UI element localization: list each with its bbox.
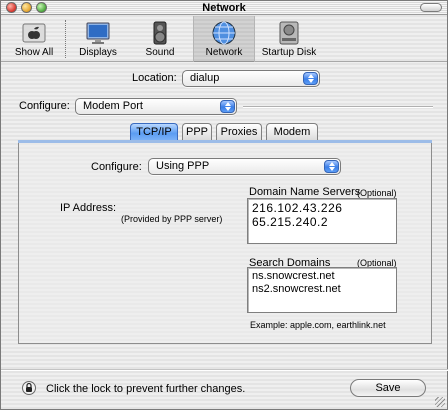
preferences-toolbar: Show All Displays Sound Network Startup … xyxy=(1,16,447,62)
search-domain-entry: ns2.snowcrest.net xyxy=(252,283,341,295)
tab-tcpip[interactable]: TCP/IP xyxy=(130,123,178,141)
resize-grip-icon[interactable] xyxy=(435,397,445,407)
lock-message: Click the lock to prevent further change… xyxy=(46,383,246,395)
toolbar-label: Startup Disk xyxy=(261,47,317,58)
toolbar-label: Displays xyxy=(79,47,117,58)
divider xyxy=(243,106,433,108)
dns-server-entry: 65.215.240.2 xyxy=(252,215,329,229)
location-label: Location: xyxy=(132,72,177,84)
configure-port-value: Modem Port xyxy=(83,100,143,112)
tcpip-configure-label: Configure: xyxy=(91,161,142,173)
search-domain-entry: ns.snowcrest.net xyxy=(252,270,335,282)
configure-port-label: Configure: xyxy=(19,100,70,112)
toolbar-show-all[interactable]: Show All xyxy=(5,16,63,62)
title-bar[interactable]: Network xyxy=(1,1,447,15)
tab-ppp[interactable]: PPP xyxy=(182,123,212,141)
network-preferences-window: Network Show All Displays Sound Network … xyxy=(0,0,448,410)
popup-arrows-icon xyxy=(220,100,235,113)
toolbar-displays[interactable]: Displays xyxy=(69,16,127,62)
dns-label: Domain Name Servers xyxy=(249,186,361,198)
toolbar-separator xyxy=(65,20,66,58)
dns-server-entry: 216.102.43.226 xyxy=(252,201,343,215)
speaker-icon xyxy=(153,21,167,45)
disk-icon xyxy=(279,21,299,45)
display-icon xyxy=(86,22,110,44)
toolbar-network[interactable]: Network xyxy=(193,16,255,62)
configure-port-popup[interactable]: Modem Port xyxy=(75,98,237,115)
toolbar-toggle-button[interactable] xyxy=(420,3,442,12)
toolbar-label: Network xyxy=(205,47,243,58)
globe-icon xyxy=(212,21,236,45)
tcpip-configure-value: Using PPP xyxy=(156,160,210,172)
toolbar-label: Show All xyxy=(14,47,54,58)
location-value: dialup xyxy=(190,72,220,84)
dns-optional-label: (Optional) xyxy=(357,188,397,198)
footer-divider xyxy=(1,369,448,371)
apple-icon xyxy=(22,23,46,43)
lock-icon[interactable] xyxy=(22,381,36,395)
tcpip-configure-popup[interactable]: Using PPP xyxy=(148,158,341,175)
save-button[interactable]: Save xyxy=(350,379,426,397)
search-domains-example: Example: apple.com, earthlink.net xyxy=(250,320,386,330)
popup-arrows-icon xyxy=(303,72,318,85)
toolbar-label: Sound xyxy=(145,47,175,58)
toolbar-startup-disk[interactable]: Startup Disk xyxy=(259,16,319,62)
ip-address-label: IP Address: xyxy=(60,202,117,214)
tab-modem[interactable]: Modem xyxy=(266,123,318,141)
popup-arrows-icon xyxy=(324,160,339,173)
ip-address-note: (Provided by PPP server) xyxy=(121,214,223,224)
window-title: Network xyxy=(202,2,246,14)
tab-panel-accent xyxy=(18,140,432,143)
dns-servers-field[interactable]: 216.102.43.226 65.215.240.2 xyxy=(247,198,397,244)
search-domains-field[interactable]: ns.snowcrest.net ns2.snowcrest.net xyxy=(247,267,397,313)
location-popup[interactable]: dialup xyxy=(182,70,320,87)
tab-proxies[interactable]: Proxies xyxy=(216,123,262,141)
toolbar-sound[interactable]: Sound xyxy=(131,16,189,62)
